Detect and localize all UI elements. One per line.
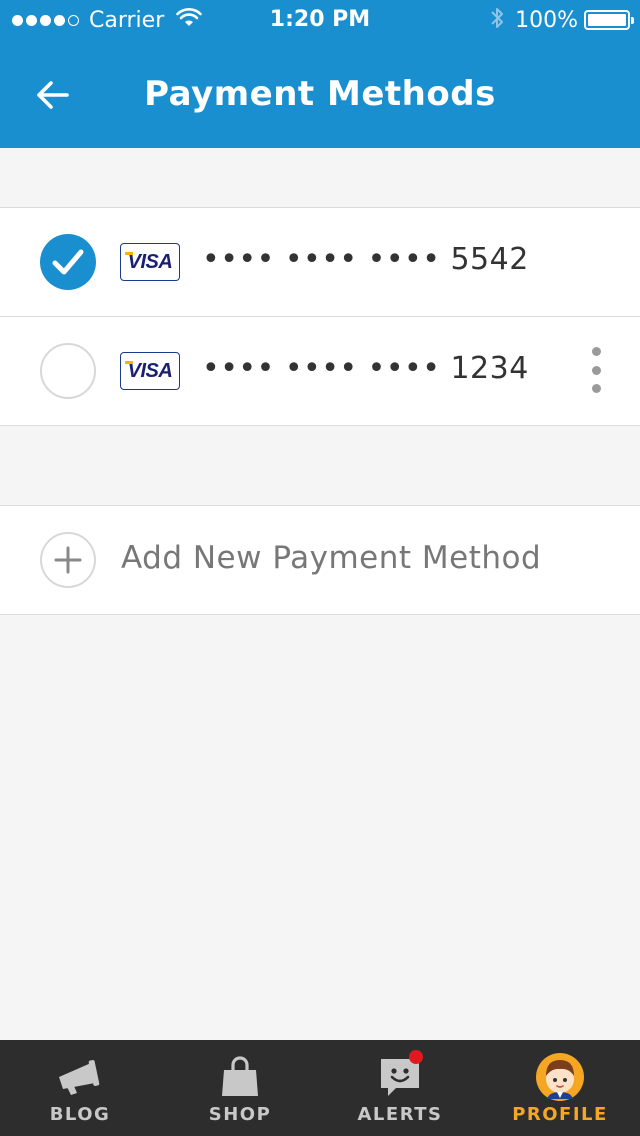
battery-percentage: 100% (515, 7, 578, 33)
checkmark-icon (52, 249, 84, 275)
tab-label: SHOP (208, 1104, 272, 1125)
tab-label: BLOG (49, 1104, 111, 1125)
page-title: Payment Methods (144, 74, 496, 114)
avatar-icon (535, 1053, 585, 1101)
tab-shop[interactable]: SHOP (160, 1040, 320, 1136)
payment-card-row[interactable]: VISA •••• •••• •••• 5542 (0, 208, 640, 317)
plus-icon (40, 532, 96, 588)
chat-bubble-icon (375, 1050, 425, 1100)
tab-bar: BLOG SHOP ALERTS PROFILE (0, 1040, 640, 1136)
payment-card-list: VISA •••• •••• •••• 5542 VISA •••• •••• … (0, 207, 640, 426)
payment-card-row[interactable]: VISA •••• •••• •••• 1234 (0, 317, 640, 425)
status-bar: Carrier 1:20 PM 100% (0, 0, 640, 40)
add-payment-method-label: Add New Payment Method (121, 540, 542, 576)
tab-label: ALERTS (357, 1104, 443, 1125)
more-options-button[interactable] (584, 347, 608, 393)
tab-alerts[interactable]: ALERTS (320, 1040, 480, 1136)
shopping-bag-icon (215, 1054, 265, 1100)
card-brand: VISA (127, 250, 173, 273)
notification-badge (409, 1050, 423, 1064)
card-number: •••• •••• •••• 5542 (202, 242, 529, 277)
visa-logo: VISA (120, 243, 180, 281)
card-number: •••• •••• •••• 1234 (202, 351, 529, 386)
card-brand: VISA (127, 359, 173, 382)
bluetooth-icon (489, 5, 505, 35)
selected-radio-button[interactable] (40, 234, 96, 290)
unselected-radio-button[interactable] (40, 343, 96, 399)
megaphone-icon (55, 1054, 105, 1100)
nav-bar: Payment Methods (0, 40, 640, 148)
tab-profile[interactable]: PROFILE (480, 1040, 640, 1136)
header: Carrier 1:20 PM 100% Payment Methods (0, 0, 640, 148)
add-payment-method-button[interactable]: Add New Payment Method (0, 505, 640, 615)
more-vertical-icon (591, 347, 601, 356)
status-right: 100% (489, 5, 634, 35)
visa-logo: VISA (120, 352, 180, 390)
tab-label: PROFILE (512, 1104, 608, 1125)
battery-icon (584, 10, 634, 30)
tab-blog[interactable]: BLOG (0, 1040, 160, 1136)
